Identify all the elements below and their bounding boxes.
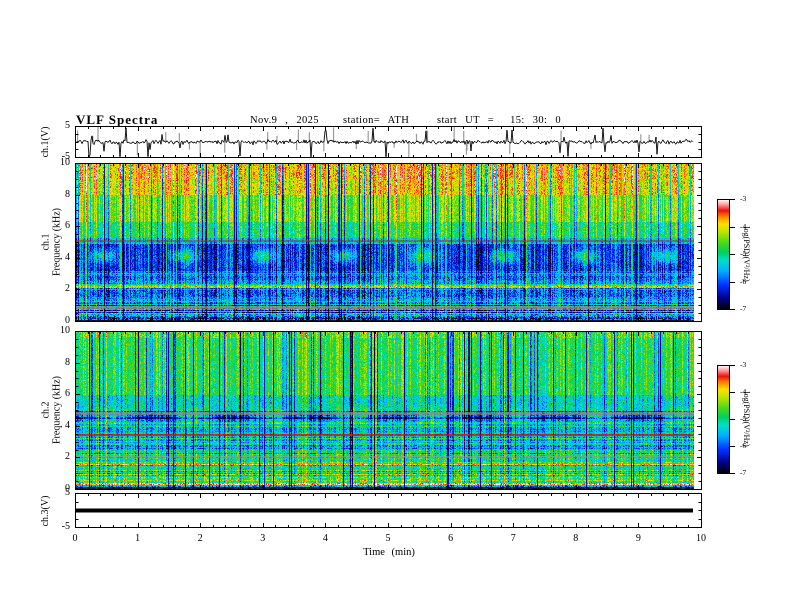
time-tick-label: 2 [197, 533, 203, 544]
ch1-freq-line: Frequency (kHz) [51, 207, 63, 277]
ch2-spectrogram-plot [75, 331, 702, 490]
ch1v-tick-label: -5 [61, 151, 70, 162]
freq-tick-label-ch1: 4 [65, 251, 70, 263]
time-tick-label: 6 [448, 533, 454, 544]
time-tick-label: 10 [696, 533, 706, 544]
time-tick-label: 5 [385, 533, 391, 544]
ch1-waveform-plot [75, 126, 702, 158]
ch1-frequency-axis-label: ch.1 Frequency (kHz) [40, 163, 64, 322]
psd-tick-label: -4 [740, 387, 747, 396]
colorbar-ch1 [717, 199, 736, 310]
psd-tick-label: -6 [740, 276, 747, 286]
time-tick-label: 7 [510, 533, 516, 544]
ch2-line: ch.2 [40, 401, 52, 419]
psd-tick-label: -7 [740, 468, 747, 477]
time-tick-label: 1 [135, 533, 141, 544]
time-tick-label: 0 [72, 533, 78, 544]
psd-tick-label: -7 [740, 304, 747, 313]
ch2-freq-line: Frequency (kHz) [51, 375, 63, 445]
time-tick-label: 8 [573, 533, 579, 544]
date-label: Nov.9 , 2025 [250, 115, 319, 126]
freq-tick-label-ch2: 8 [65, 356, 70, 368]
psd-tick-label: -3 [740, 360, 747, 369]
psd-tick-label: -5 [740, 249, 747, 258]
time-tick-label: 3 [260, 533, 266, 544]
freq-tick-label-ch2: 4 [65, 419, 70, 431]
freq-tick-label-ch1: 2 [65, 283, 70, 295]
vlf-spectra-page: VLF Spectra Nov.9 , 2025 station= ATH st… [0, 0, 792, 612]
ch3-waveform-plot [75, 493, 702, 528]
ch3v-tick-label: -5 [61, 521, 70, 532]
psd-tick-label: -5 [740, 414, 747, 423]
freq-tick-label-ch1: 8 [65, 188, 70, 200]
psd-tick-label: -6 [740, 441, 747, 450]
time-tick-label: 4 [322, 533, 328, 544]
ch1v-tick-label: 5 [65, 120, 70, 131]
psd-tick-label: -3 [740, 194, 747, 203]
ch3v-tick-label: 5 [65, 487, 70, 498]
station-label: station= ATH [343, 115, 410, 126]
start-ut-label: start UT = 15: 30: 0 [437, 115, 562, 126]
ch1-line: ch.1 [40, 233, 52, 251]
ch1-spectrogram-plot [75, 163, 702, 322]
time-axis-label: Time (min) [328, 547, 450, 558]
time-tick-label: 9 [635, 533, 641, 544]
time-text: Time (min) [363, 547, 415, 558]
freq-tick-label-ch2: 6 [65, 388, 70, 400]
freq-tick-label-ch1: 6 [65, 220, 70, 232]
psd-tick-label: -4 [740, 221, 747, 231]
freq-tick-label-ch2: 10 [60, 325, 70, 336]
freq-tick-label-ch2: 2 [65, 451, 70, 463]
colorbar-ch2 [717, 365, 736, 474]
